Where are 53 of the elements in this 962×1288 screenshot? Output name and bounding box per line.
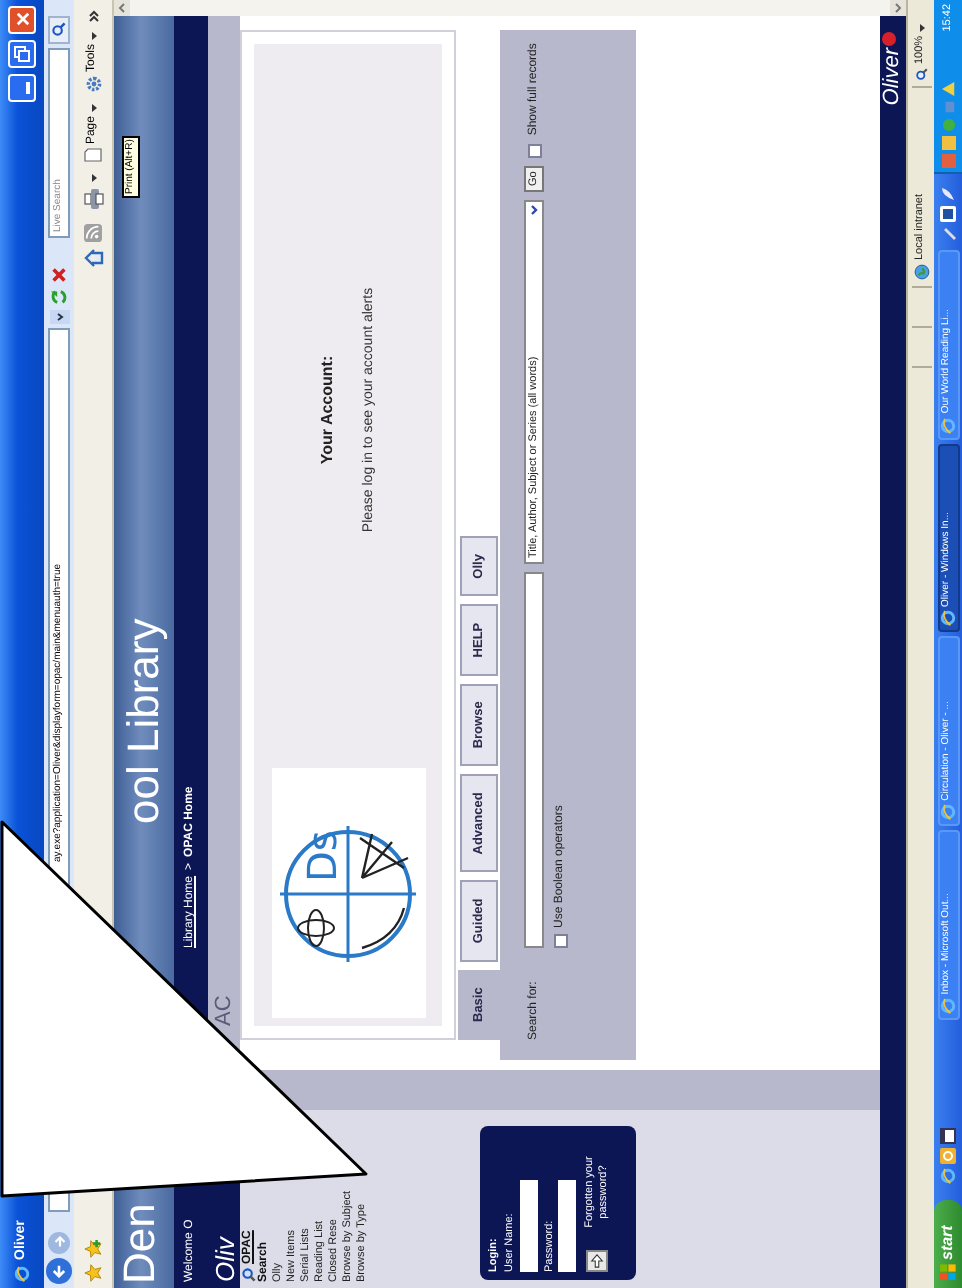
login-button[interactable] — [586, 1250, 609, 1272]
gear-icon — [85, 76, 101, 93]
scroll-down-icon[interactable] — [890, 0, 906, 16]
logo-text: Oliv — [211, 1237, 237, 1282]
page-icon — [84, 148, 102, 163]
minimize-icon — [26, 82, 30, 94]
globe-icon — [913, 264, 929, 280]
home-icon[interactable] — [83, 248, 103, 269]
printer-icon[interactable] — [83, 188, 103, 211]
restore-button[interactable] — [8, 40, 36, 68]
star-icon[interactable] — [84, 1264, 102, 1282]
footer-logo: Oliver — [882, 48, 904, 106]
minimize-button[interactable] — [8, 74, 36, 102]
chevron-icon[interactable] — [87, 10, 99, 22]
app-icon — [940, 611, 956, 627]
search-button[interactable] — [48, 16, 70, 44]
mail-icon[interactable] — [940, 1148, 956, 1165]
feeds-icon[interactable] — [84, 224, 102, 243]
search-input[interactable] — [524, 572, 544, 948]
caret-icon[interactable] — [917, 23, 925, 32]
badge-icon — [882, 32, 896, 46]
section-title: AC — [213, 995, 235, 1026]
stop-icon[interactable] — [50, 266, 68, 284]
username-field[interactable] — [519, 1180, 537, 1272]
title-fragment: ool Library — [122, 618, 166, 824]
title-fragment: Den — [114, 1203, 164, 1284]
browser-icon — [940, 1168, 956, 1185]
account-heading: Your Account: — [315, 355, 338, 465]
pen-icon[interactable] — [940, 225, 956, 242]
caret-icon — [89, 104, 97, 113]
checkbox[interactable] — [554, 934, 568, 948]
password-field[interactable] — [557, 1180, 576, 1272]
checkbox[interactable] — [527, 143, 541, 158]
close-icon — [15, 13, 29, 27]
caret-icon[interactable] — [89, 174, 97, 183]
search-icon — [242, 1268, 256, 1282]
app-icon — [940, 998, 956, 1015]
app-icon — [940, 417, 956, 434]
app-icon — [940, 804, 956, 821]
caret-icon — [89, 32, 97, 40]
back-button[interactable] — [46, 1258, 72, 1284]
windows-flag-icon — [940, 1264, 956, 1280]
search-icon — [52, 23, 66, 37]
zoom-icon — [915, 68, 927, 80]
add-favorite-icon[interactable] — [84, 1240, 102, 1258]
feather-icon[interactable] — [940, 185, 956, 202]
caret-icon — [528, 204, 540, 216]
scroll-up-icon[interactable] — [114, 0, 130, 16]
restore-icon — [14, 46, 30, 62]
close-button[interactable] — [8, 6, 36, 34]
browser-icon — [14, 1266, 30, 1282]
app-icon[interactable] — [940, 205, 956, 222]
desktop-icon[interactable] — [940, 1128, 956, 1145]
